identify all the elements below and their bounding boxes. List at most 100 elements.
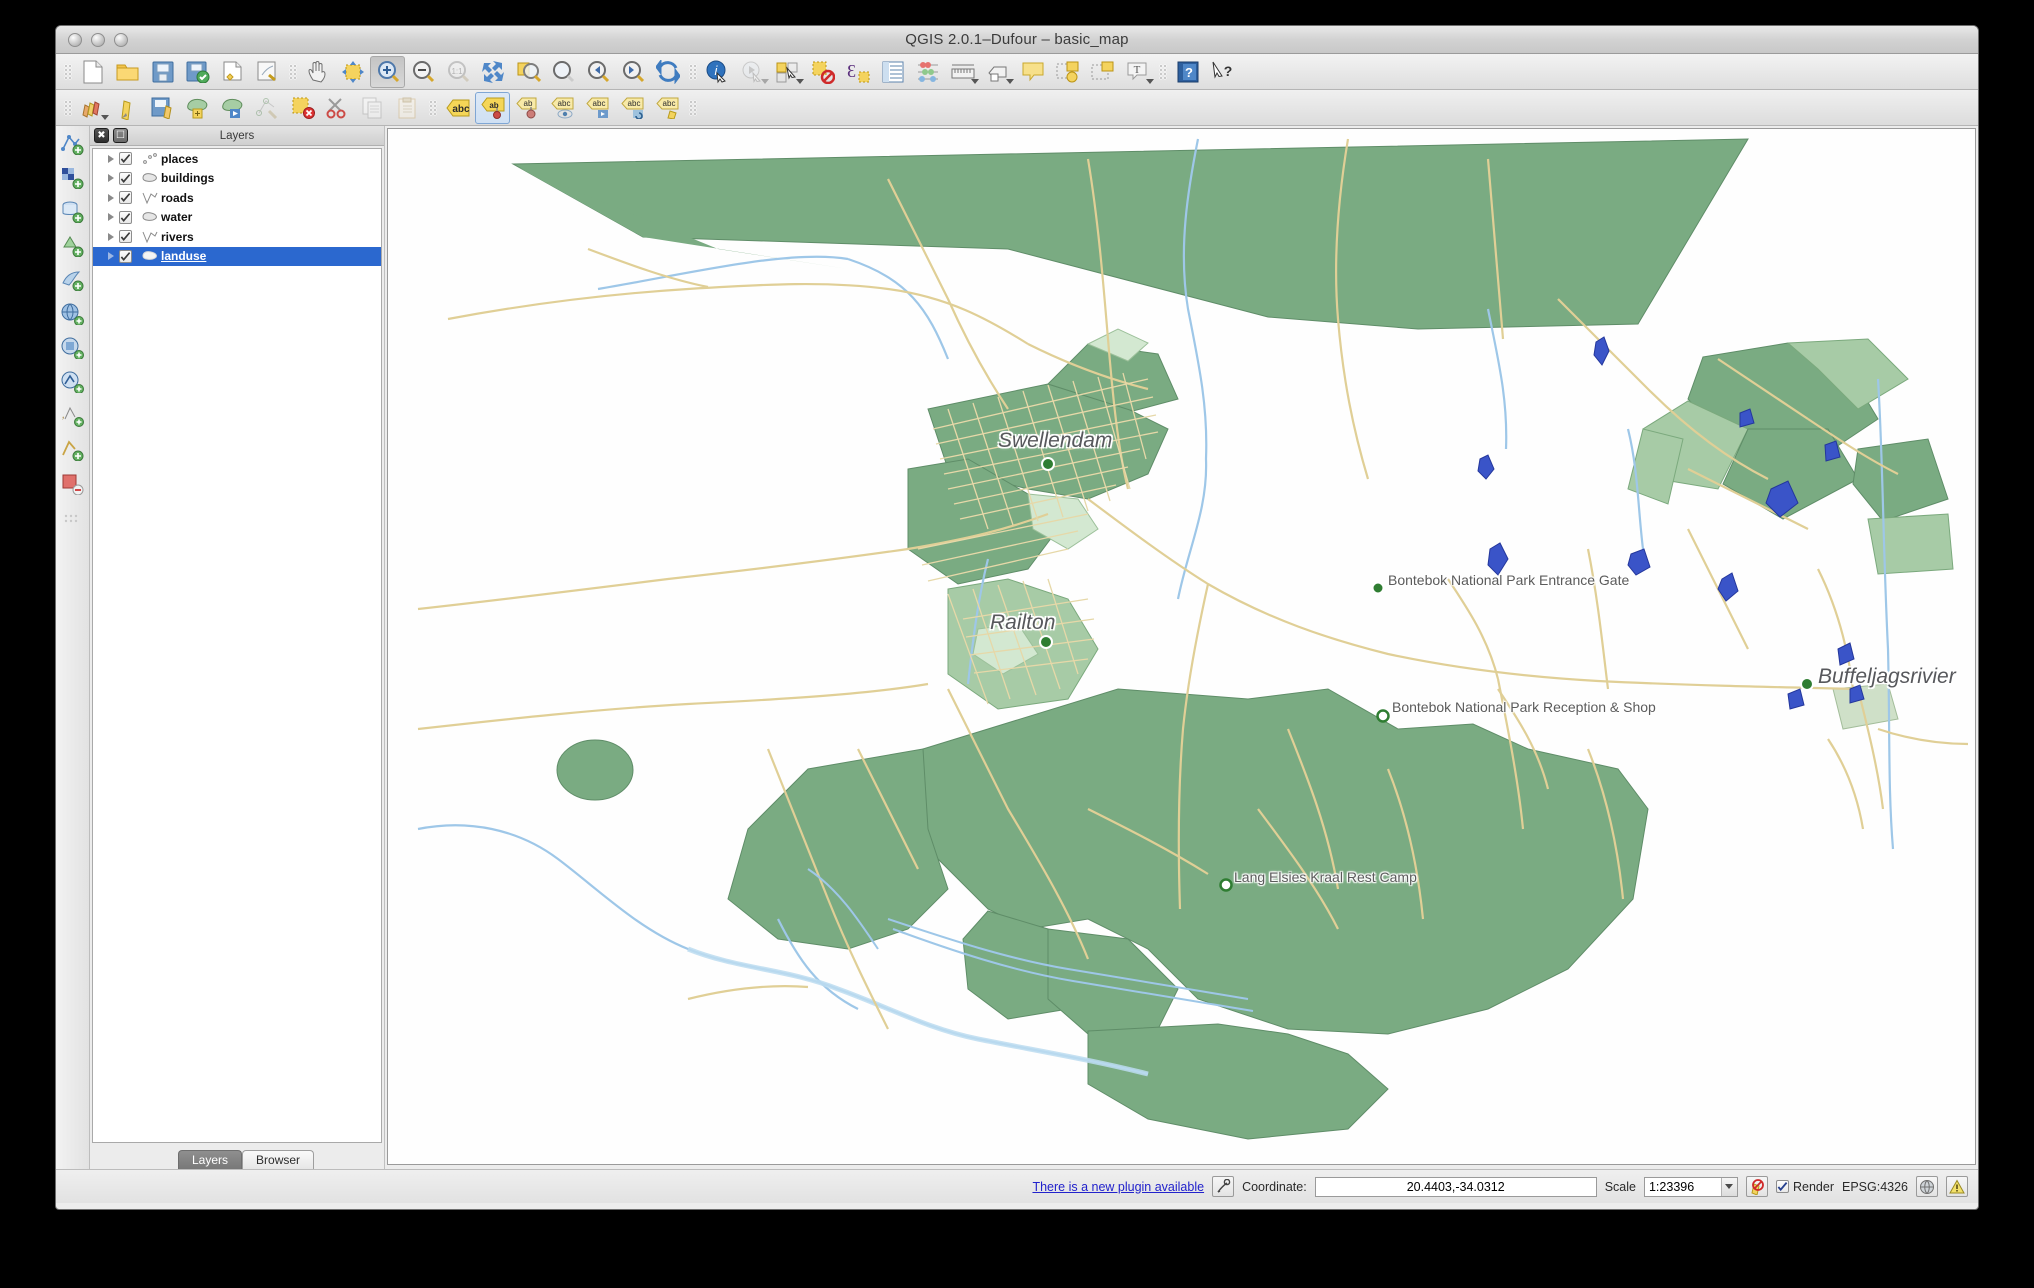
select-features-button[interactable] bbox=[770, 56, 805, 88]
toggle-editing-button[interactable] bbox=[110, 92, 145, 124]
cut-features-button[interactable] bbox=[320, 92, 355, 124]
pan-to-selection-button[interactable] bbox=[335, 56, 370, 88]
chevron-down-icon[interactable] bbox=[101, 115, 109, 120]
plugin-available-link[interactable]: There is a new plugin available bbox=[1032, 1180, 1204, 1194]
layer-visibility-checkbox[interactable] bbox=[119, 230, 132, 243]
scale-combo[interactable]: 1:23396 bbox=[1644, 1177, 1738, 1197]
render-checkbox[interactable] bbox=[1776, 1180, 1789, 1193]
map-canvas[interactable]: Swellendam Railton Bontebok National Par… bbox=[387, 128, 1976, 1165]
layer-visibility-checkbox[interactable] bbox=[119, 172, 132, 185]
composer-manager-button[interactable] bbox=[250, 56, 285, 88]
save-layer-edits-button[interactable] bbox=[145, 92, 180, 124]
add-delimited-text-button[interactable]: , bbox=[59, 402, 87, 430]
plugin-icon[interactable] bbox=[1212, 1176, 1234, 1197]
layer-visibility-checkbox[interactable] bbox=[119, 152, 132, 165]
zoom-last-button[interactable] bbox=[580, 56, 615, 88]
current-edits-button[interactable] bbox=[75, 92, 110, 124]
toolbar-grip[interactable] bbox=[288, 59, 297, 85]
text-annotation-button[interactable]: T bbox=[1120, 56, 1155, 88]
pan-map-button[interactable] bbox=[300, 56, 335, 88]
new-project-button[interactable] bbox=[75, 56, 110, 88]
toolbar-grip[interactable] bbox=[63, 95, 72, 121]
tab-layers[interactable]: Layers bbox=[178, 1150, 242, 1169]
zoom-in-button[interactable] bbox=[370, 56, 405, 88]
undock-panel-icon[interactable]: ☐ bbox=[113, 128, 128, 143]
toolbar-grip[interactable] bbox=[688, 95, 697, 121]
new-memory-layer-button[interactable] bbox=[59, 470, 87, 498]
deselect-features-button[interactable] bbox=[805, 56, 840, 88]
move-label-button[interactable]: abc bbox=[580, 92, 615, 124]
toolbar-grip[interactable] bbox=[428, 95, 437, 121]
add-spatialite-layer-button[interactable] bbox=[59, 232, 87, 260]
coordinate-input[interactable]: 20.4403,-34.0312 bbox=[1315, 1177, 1597, 1197]
strip-grip[interactable] bbox=[59, 504, 87, 532]
chevron-right-icon[interactable] bbox=[102, 233, 119, 241]
toolbar-grip[interactable] bbox=[1158, 59, 1167, 85]
layer-row-buildings[interactable]: buildings bbox=[93, 169, 381, 189]
zoom-to-layer-button[interactable] bbox=[545, 56, 580, 88]
render-block-icon[interactable] bbox=[1746, 1176, 1768, 1197]
layer-tree[interactable]: places buildings roads bbox=[92, 148, 382, 1143]
layer-visibility-checkbox[interactable] bbox=[119, 250, 132, 263]
change-label-button[interactable]: abc bbox=[650, 92, 685, 124]
save-project-as-button[interactable] bbox=[180, 56, 215, 88]
new-annotation-button[interactable] bbox=[1050, 56, 1085, 88]
paste-features-button[interactable] bbox=[390, 92, 425, 124]
add-mssql-layer-button[interactable] bbox=[59, 266, 87, 294]
rotate-label-button[interactable]: abc bbox=[615, 92, 650, 124]
map-tips-button[interactable] bbox=[980, 56, 1015, 88]
layer-row-water[interactable]: water bbox=[93, 208, 381, 228]
layer-row-roads[interactable]: roads bbox=[93, 188, 381, 208]
add-raster-layer-button[interactable] bbox=[59, 164, 87, 192]
measure-line-button[interactable] bbox=[945, 56, 980, 88]
render-toggle[interactable]: Render bbox=[1776, 1180, 1834, 1194]
node-tool-button[interactable] bbox=[250, 92, 285, 124]
show-annotation-button[interactable] bbox=[1015, 56, 1050, 88]
show-hide-labels-button[interactable]: abc bbox=[545, 92, 580, 124]
toolbar-grip[interactable] bbox=[63, 59, 72, 85]
layer-visibility-checkbox[interactable] bbox=[119, 191, 132, 204]
close-panel-icon[interactable]: ✖ bbox=[94, 128, 109, 143]
chevron-right-icon[interactable] bbox=[102, 174, 119, 182]
chevron-right-icon[interactable] bbox=[102, 194, 119, 202]
save-project-button[interactable] bbox=[145, 56, 180, 88]
zoom-to-selection-button[interactable] bbox=[510, 56, 545, 88]
layer-row-rivers[interactable]: rivers bbox=[93, 227, 381, 247]
crs-globe-icon[interactable] bbox=[1916, 1176, 1938, 1197]
identify-features-button[interactable]: i bbox=[700, 56, 735, 88]
chevron-down-icon[interactable] bbox=[796, 79, 804, 84]
zoom-full-button[interactable] bbox=[475, 56, 510, 88]
run-feature-action-button[interactable] bbox=[735, 56, 770, 88]
open-attribute-table-button[interactable] bbox=[875, 56, 910, 88]
chevron-right-icon[interactable] bbox=[102, 213, 119, 221]
layer-visibility-checkbox[interactable] bbox=[119, 211, 132, 224]
move-feature-button[interactable] bbox=[215, 92, 250, 124]
chevron-right-icon[interactable] bbox=[102, 155, 119, 163]
toolbar-grip[interactable] bbox=[688, 59, 697, 85]
label-toolbar-button[interactable]: abc bbox=[440, 92, 475, 124]
show-hide-pin-button[interactable]: ab bbox=[510, 92, 545, 124]
add-vector-layer-button[interactable] bbox=[59, 130, 87, 158]
refresh-button[interactable] bbox=[650, 56, 685, 88]
tab-browser[interactable]: Browser bbox=[242, 1150, 314, 1169]
layer-row-places[interactable]: places bbox=[93, 149, 381, 169]
add-postgis-layer-button[interactable] bbox=[59, 198, 87, 226]
field-calculator-button[interactable]: Ɛ bbox=[840, 56, 875, 88]
chevron-right-icon[interactable] bbox=[102, 252, 119, 260]
chevron-down-icon[interactable] bbox=[971, 79, 979, 84]
add-feature-button[interactable] bbox=[180, 92, 215, 124]
add-wms-layer-button[interactable] bbox=[59, 300, 87, 328]
new-shapefile-layer-button[interactable] bbox=[59, 436, 87, 464]
delete-selected-button[interactable] bbox=[285, 92, 320, 124]
zoom-native-button[interactable]: 1:1 bbox=[440, 56, 475, 88]
chevron-down-icon[interactable] bbox=[1006, 79, 1014, 84]
warning-triangle-icon[interactable] bbox=[1946, 1176, 1968, 1197]
zoom-out-button[interactable] bbox=[405, 56, 440, 88]
move-annotation-button[interactable] bbox=[1085, 56, 1120, 88]
layer-row-landuse[interactable]: landuse bbox=[93, 247, 381, 267]
help-contents-button[interactable]: ? bbox=[1170, 56, 1205, 88]
statistical-summary-button[interactable] bbox=[910, 56, 945, 88]
chevron-down-icon[interactable] bbox=[761, 79, 769, 84]
whats-this-button[interactable]: ? bbox=[1205, 56, 1240, 88]
add-wfs-layer-button[interactable] bbox=[59, 368, 87, 396]
